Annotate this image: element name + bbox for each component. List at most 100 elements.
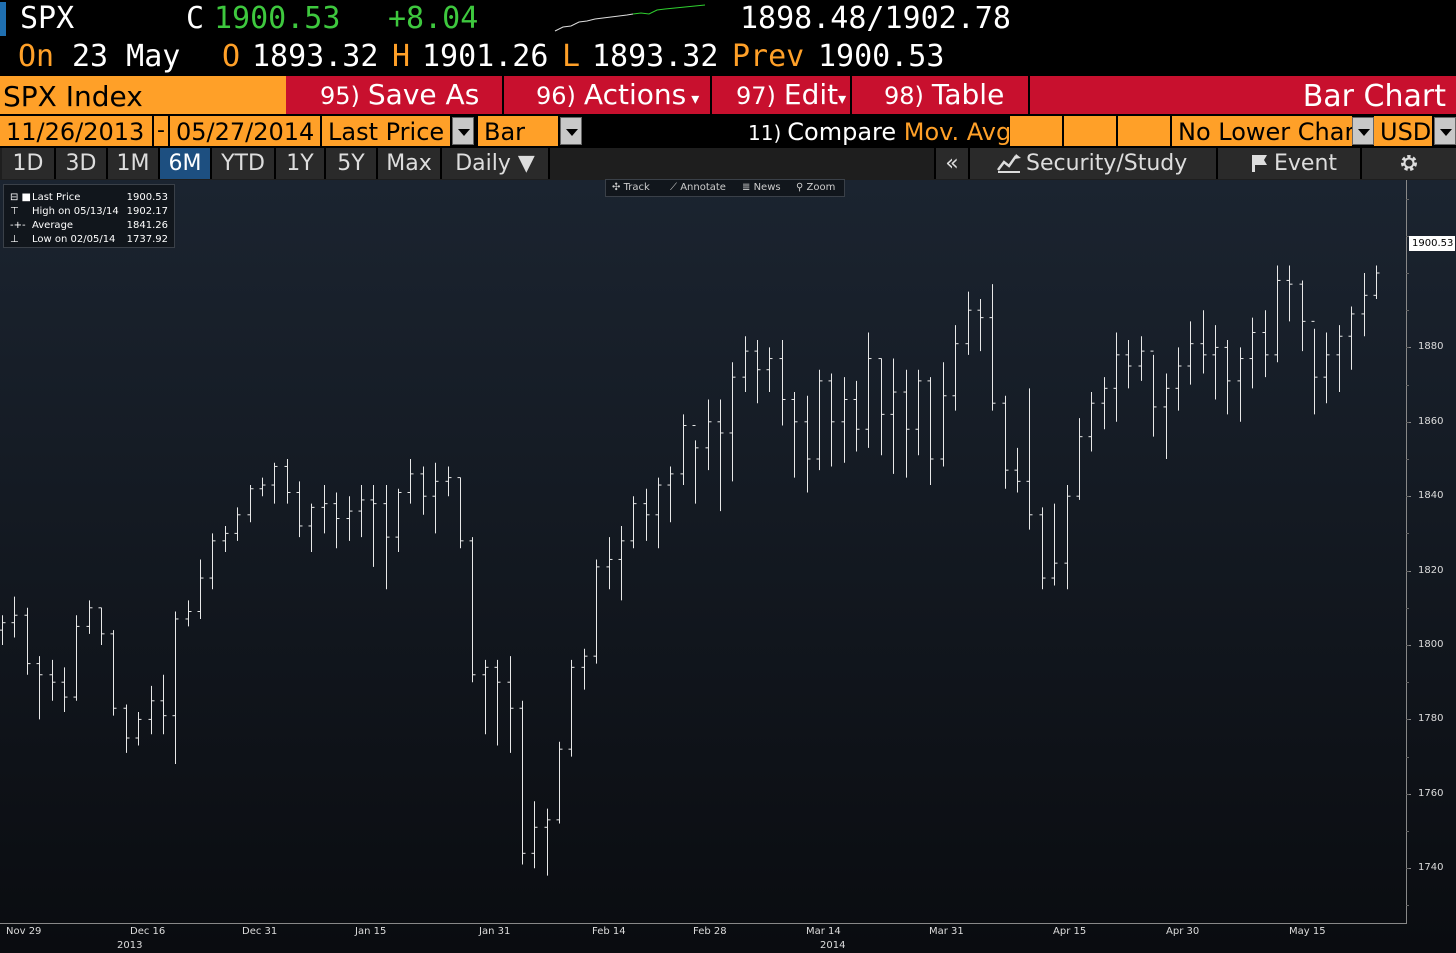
ohlc-bar [655, 477, 662, 549]
save-as-button[interactable]: 95) Save As [288, 76, 504, 114]
ohlc-bar [989, 284, 996, 411]
currency-dropdown-icon[interactable] [1434, 117, 1456, 145]
collapse-button[interactable]: « [934, 148, 968, 179]
ma-slot-3[interactable] [1118, 116, 1170, 146]
y-minor-tick [1406, 868, 1409, 870]
ohlc-bar [729, 362, 736, 482]
ohlc-bar [1262, 310, 1269, 378]
menu-bar: SPX Index 95) Save As 96) Actions ▾ 97) Edi… [0, 76, 1456, 114]
security-title[interactable]: SPX Index [0, 76, 286, 114]
ohlc-bar [247, 485, 254, 523]
ohlc-bar [383, 485, 390, 590]
period-6m[interactable]: 6M [160, 148, 212, 179]
x-tick-label: Feb 14 [592, 926, 626, 937]
x-tick-label: Apr 15 [1053, 926, 1087, 937]
ohlc-bar [1014, 447, 1021, 493]
ohlc-bar [370, 485, 377, 567]
period-5y[interactable]: 5Y [326, 148, 378, 179]
x-tick-label: May 15 [1289, 926, 1326, 937]
ohlc-bar [1286, 265, 1293, 322]
period-ytd[interactable]: YTD [212, 148, 276, 179]
chart-style-dropdown-icon[interactable] [560, 117, 582, 145]
period-bar: 1D 3D 1M 6M YTD 1Y 5Y Max Daily ▼ « Secu… [0, 148, 1456, 180]
edit-number: 97) [736, 82, 776, 110]
save-as-number: 95) [320, 82, 360, 110]
ohlc-bar [11, 596, 18, 638]
moving-averages-label: Mov. Avgs [903, 118, 1024, 146]
compare-label: Compare [787, 118, 897, 146]
ohlc-bar [1187, 321, 1194, 385]
y-tick-label: 1760 [1418, 787, 1444, 799]
ohlc-bar [482, 659, 489, 735]
table-button[interactable]: 98) Table [854, 76, 1030, 114]
ohlc-bar [1163, 373, 1170, 459]
ohlc-bar [407, 459, 414, 504]
actions-dropdown-icon: ▾ [686, 89, 700, 108]
ohlc-bar [1125, 339, 1132, 389]
period-1d[interactable]: 1D [2, 148, 56, 179]
ma-slot-1[interactable] [1010, 116, 1062, 146]
event-button[interactable]: Event [1216, 148, 1360, 179]
x-tick-label: Apr 30 [1166, 926, 1200, 937]
y-tick-label: 1840 [1418, 490, 1444, 502]
compare-button[interactable]: 11) Compare Mov. Avgs [748, 114, 1024, 151]
open-price: 1893.32 [252, 39, 379, 74]
ohlc-bar [234, 507, 241, 541]
ohlc-bar [110, 630, 117, 716]
ohlc-bar [494, 659, 501, 746]
period-3d[interactable]: 3D [56, 148, 108, 179]
settings-button[interactable] [1360, 148, 1456, 179]
y-minor-tick [1406, 607, 1409, 609]
x-tick-label: Feb 28 [693, 926, 727, 937]
ohlc-bar [432, 462, 439, 534]
ohlc-bar [135, 711, 142, 746]
security-study-button[interactable]: Security/Study [968, 148, 1216, 179]
ohlc-bar [197, 559, 204, 619]
ohlc-bar [308, 503, 315, 552]
price-field-select[interactable]: Last Price [322, 116, 450, 146]
end-date-field[interactable]: 05/27/2014 [170, 116, 320, 146]
ohlc-bar [1373, 265, 1380, 300]
chart-study-icon [997, 154, 1021, 173]
lower-chart-select[interactable]: No Lower Chart [1172, 116, 1352, 146]
ohlc-bar [1002, 395, 1009, 489]
period-1y[interactable]: 1Y [276, 148, 326, 179]
ohlc-bar [1348, 306, 1355, 370]
ohlc-bar [346, 496, 353, 541]
ohlc-bar [469, 537, 476, 683]
lower-chart-dropdown-icon[interactable] [1352, 117, 1374, 145]
ohlc-bar [24, 607, 31, 675]
period-max[interactable]: Max [378, 148, 442, 179]
price-field-dropdown-icon[interactable] [452, 117, 474, 145]
ohlc-bar [717, 399, 724, 512]
chart-style-select[interactable]: Bar [478, 116, 558, 146]
ohlc-bar [1150, 350, 1157, 437]
ohlc-bar [667, 466, 674, 523]
start-date-field[interactable]: 11/26/2013 [0, 116, 152, 146]
y-minor-tick [1406, 756, 1409, 758]
y-minor-tick [1406, 198, 1409, 200]
ohlc-bar [519, 700, 526, 865]
price-chart[interactable]: ⊟ ■ Last Price 1900.53 ⊤ High on 05/13/1… [0, 179, 1456, 953]
ohlc-bar [271, 462, 278, 504]
ohlc-bar [395, 488, 402, 552]
ohlc-bar [1237, 347, 1244, 422]
ohlc-bar [123, 704, 130, 753]
period-1m[interactable]: 1M [108, 148, 160, 179]
y-axis [1406, 180, 1407, 924]
ohlc-bar [754, 339, 761, 404]
edit-menu[interactable]: 97) Edit▾ [714, 76, 852, 114]
currency-select[interactable]: USD [1374, 116, 1432, 146]
ohlc-bar [903, 369, 910, 478]
prev-close: 1900.53 [818, 39, 945, 74]
ohlc-bar [296, 481, 303, 538]
ohlc-bar [915, 369, 922, 456]
ohlc-bar [1249, 317, 1256, 389]
ohlc-bar [568, 659, 575, 757]
x-tick-label: Jan 15 [355, 926, 387, 937]
ma-slot-2[interactable] [1064, 116, 1116, 146]
x-year-label: 2013 [117, 940, 143, 951]
quote-row-1: SPX C 1900.53 +8.04 1898.48/1902.78 [0, 0, 1456, 38]
frequency-select[interactable]: Daily ▼ [442, 148, 550, 179]
actions-menu[interactable]: 96) Actions ▾ [506, 76, 712, 114]
